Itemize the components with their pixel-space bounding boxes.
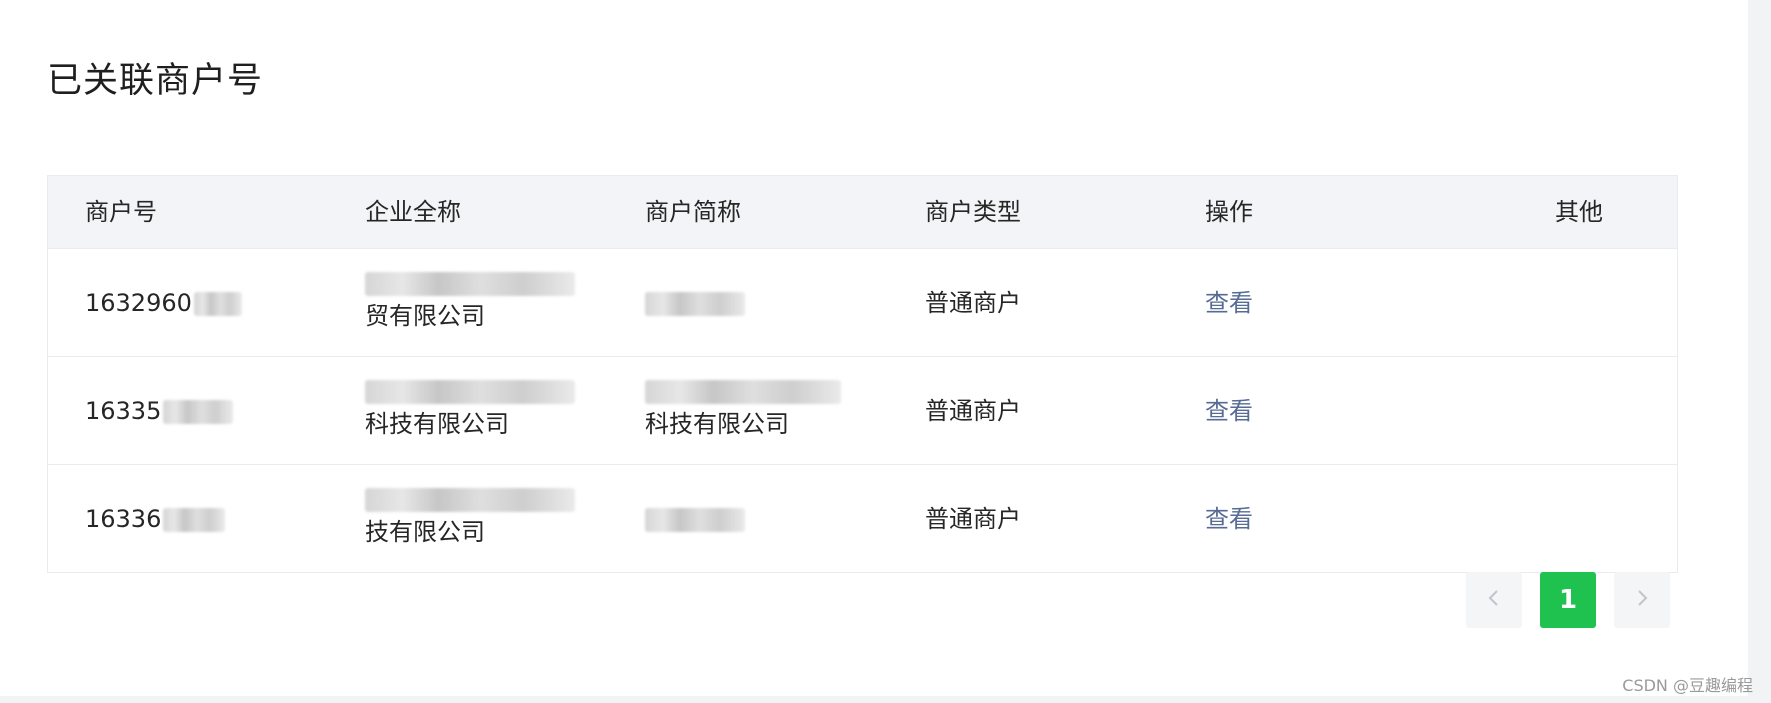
- company-name: 科技有限公司: [365, 409, 509, 438]
- action-cell: 查看: [1168, 285, 1448, 321]
- header-short-name: 商户简称: [645, 198, 741, 226]
- action-cell: 查看: [1168, 501, 1448, 537]
- company-name-cell: 技有限公司: [328, 487, 608, 550]
- page-title: 已关联商户号: [47, 61, 264, 101]
- view-link[interactable]: 查看: [1205, 505, 1253, 533]
- view-link[interactable]: 查看: [1205, 289, 1253, 317]
- short-name-cell: 科技有限公司: [608, 379, 888, 442]
- short-name-cell: [608, 501, 888, 537]
- merchant-id-cell: 16336: [48, 501, 328, 537]
- merchant-id: 1632960: [85, 288, 192, 317]
- action-cell: 查看: [1168, 393, 1448, 429]
- watermark: CSDN @豆趣编程: [1622, 676, 1753, 695]
- company-name-cell: 科技有限公司: [328, 379, 608, 442]
- chevron-right-icon: [1635, 585, 1649, 615]
- header-company-name: 企业全称: [365, 198, 461, 226]
- table-header: 商户号 企业全称 商户简称 商户类型 操作 其他: [48, 176, 1677, 249]
- short-name: 科技有限公司: [645, 409, 789, 438]
- merchant-table: 商户号 企业全称 商户简称 商户类型 操作 其他 1632960 贸有限公司 普…: [47, 175, 1678, 573]
- merchant-type: 普通商户: [925, 288, 1021, 317]
- short-name-cell: [608, 285, 888, 321]
- redacted-blur: [163, 507, 226, 532]
- header-action: 操作: [1205, 198, 1253, 226]
- page-button-current[interactable]: 1: [1540, 572, 1596, 628]
- merchant-type: 普通商户: [925, 396, 1021, 425]
- prev-page-button[interactable]: [1466, 572, 1522, 628]
- redacted-blur: [365, 379, 575, 404]
- redacted-blur: [365, 487, 575, 512]
- company-name: 技有限公司: [365, 517, 485, 546]
- redacted-blur: [193, 291, 242, 316]
- redacted-blur: [163, 399, 234, 424]
- bottom-gutter: [0, 696, 1771, 703]
- header-other: 其他: [1555, 198, 1603, 226]
- merchant-id-cell: 1632960: [48, 285, 328, 321]
- redacted-blur: [645, 507, 745, 532]
- merchant-id: 16336: [85, 504, 162, 533]
- header-merchant-id: 商户号: [85, 198, 157, 226]
- redacted-blur: [645, 291, 745, 316]
- table-row: 16336 技有限公司 普通商户 查看: [48, 465, 1677, 572]
- redacted-blur: [365, 271, 575, 296]
- view-link[interactable]: 查看: [1205, 397, 1253, 425]
- page: 已关联商户号 商户号 企业全称 商户简称 商户类型 操作 其他 1632960 …: [0, 0, 1771, 703]
- merchant-id-cell: 16335: [48, 393, 328, 429]
- merchant-type: 普通商户: [925, 504, 1021, 533]
- right-gutter: [1748, 0, 1771, 703]
- header-merchant-type: 商户类型: [925, 198, 1021, 226]
- table-row: 1632960 贸有限公司 普通商户 查看: [48, 249, 1677, 357]
- merchant-id: 16335: [85, 396, 162, 425]
- next-page-button[interactable]: [1614, 572, 1670, 628]
- pagination: 1: [1466, 572, 1670, 628]
- chevron-left-icon: [1487, 585, 1501, 615]
- company-name: 贸有限公司: [365, 301, 485, 330]
- redacted-blur: [645, 379, 841, 404]
- company-name-cell: 贸有限公司: [328, 271, 608, 334]
- table-row: 16335 科技有限公司 科技有限公司 普通商户 查看: [48, 357, 1677, 465]
